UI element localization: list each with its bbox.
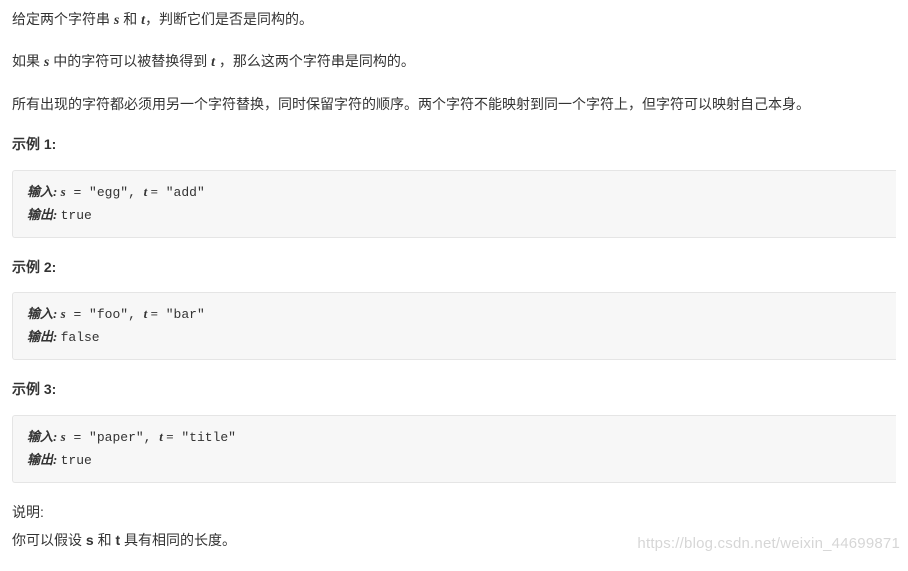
text: = "paper", — [66, 430, 160, 445]
example-3-heading: 示例 3: — [12, 378, 896, 400]
example-1-code: 输入: s = "egg", t = "add" 输出: true — [12, 170, 896, 238]
output-label: 输出: — [27, 207, 61, 222]
var-s: s — [86, 532, 94, 548]
text: "title" — [174, 430, 236, 445]
example-2-heading: 示例 2: — [12, 256, 896, 278]
input-label: 输入: — [27, 306, 61, 321]
text: "bar" — [158, 307, 205, 322]
text: 和 — [119, 11, 141, 27]
example-1-heading: 示例 1: — [12, 133, 896, 155]
var-t: t = — [144, 306, 158, 321]
intro-paragraph-2: 如果 s 中的字符可以被替换得到 t ，那么这两个字符串是同构的。 — [12, 50, 896, 74]
text: 具有相同的长度。 — [120, 532, 236, 548]
intro-paragraph-1: 给定两个字符串 s 和 t，判断它们是否是同构的。 — [12, 8, 896, 32]
text: = "foo", — [66, 307, 144, 322]
input-label: 输入: — [27, 429, 61, 444]
output-value: false — [61, 330, 100, 345]
text: "add" — [158, 185, 205, 200]
output-label: 输出: — [27, 452, 61, 467]
text: 如果 — [12, 53, 44, 69]
var-t: t = — [159, 429, 173, 444]
text: ，那么这两个字符串是同构的。 — [215, 53, 415, 69]
text: 和 — [94, 532, 116, 548]
intro-paragraph-3: 所有出现的字符都必须用另一个字符替换，同时保留字符的顺序。两个字符不能映射到同一… — [12, 93, 896, 115]
notes-heading: 说明: — [12, 501, 896, 523]
example-3-code: 输入: s = "paper", t = "title" 输出: true — [12, 415, 896, 483]
text: ，判断它们是否是同构的。 — [145, 11, 313, 27]
output-value: true — [61, 208, 92, 223]
text: 中的字符可以被替换得到 — [49, 53, 211, 69]
input-label: 输入: — [27, 184, 61, 199]
output-value: true — [61, 453, 92, 468]
text: 给定两个字符串 — [12, 11, 114, 27]
text: 你可以假设 — [12, 532, 86, 548]
text: = "egg", — [66, 185, 144, 200]
notes-body: 你可以假设 s 和 t 具有相同的长度。 — [12, 529, 896, 551]
output-label: 输出: — [27, 329, 61, 344]
var-t: t = — [144, 184, 158, 199]
example-2-code: 输入: s = "foo", t = "bar" 输出: false — [12, 292, 896, 360]
